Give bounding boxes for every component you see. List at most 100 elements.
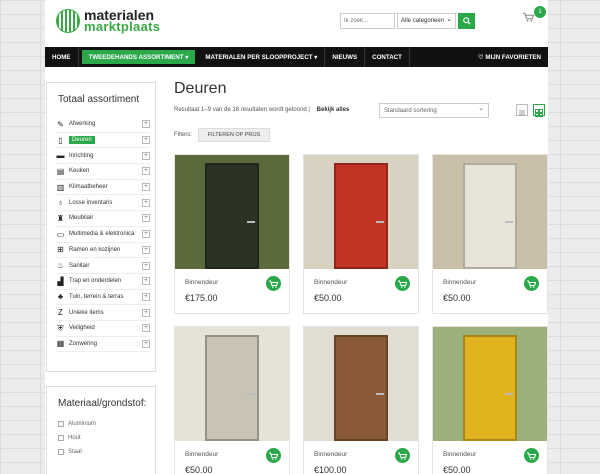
sidebar-item[interactable]: ▭ Multimedia & elektronica + (56, 227, 150, 243)
cart-icon[interactable] (523, 12, 535, 25)
add-to-cart-button[interactable] (395, 276, 410, 291)
product-price: €100.00 (314, 465, 347, 474)
cart-count-badge: 1 (534, 6, 546, 18)
product-name[interactable]: Binnendeur (185, 279, 218, 286)
cart-icon (269, 451, 278, 460)
cart-icon (398, 451, 407, 460)
expand-plus-icon[interactable]: + (142, 136, 150, 145)
expand-plus-icon[interactable]: + (142, 151, 150, 160)
checkbox[interactable] (58, 435, 64, 441)
expand-plus-icon[interactable]: + (142, 292, 150, 301)
expand-plus-icon[interactable]: + (142, 324, 150, 333)
sidebar-item-label: Veiligheid (69, 325, 95, 332)
material-filter: Materiaal/grondstof: Aluminium Hout Staa… (46, 386, 156, 474)
product-card[interactable]: Binnendeur €50.00 (174, 326, 290, 474)
material-option-aluminium[interactable]: Aluminium (58, 417, 155, 431)
sidebar-item[interactable]: ▬ Inrichting + (56, 148, 150, 165)
product-photo[interactable] (175, 327, 289, 441)
category-list: ✎ Afwerking + ▯ Deuren + ▬ Inrichting + ▤ Keuken + ▥… (56, 117, 150, 353)
sidebar-item-label: Keuken (69, 168, 90, 175)
expand-plus-icon[interactable]: + (142, 214, 150, 223)
sidebar-item[interactable]: ♜ Meubilair + (56, 211, 150, 227)
product-name[interactable]: Binnendeur (185, 451, 218, 458)
add-to-cart-button[interactable] (266, 276, 281, 291)
product-photo[interactable] (433, 155, 547, 269)
expand-plus-icon[interactable]: + (142, 167, 150, 176)
material-option-hout[interactable]: Hout (58, 431, 155, 445)
grid-view-icon[interactable] (533, 104, 545, 117)
search-input[interactable] (340, 13, 395, 29)
nav-tweedehands[interactable]: TWEEDEHANDS ASSORTIMENT ▾ (81, 50, 196, 64)
add-to-cart-button[interactable] (524, 448, 539, 463)
add-to-cart-button[interactable] (524, 276, 539, 291)
nav-materialen-sloopproject[interactable]: MATERIALEN PER SLOOPPROJECT ▾ (198, 47, 326, 67)
expand-plus-icon[interactable]: + (142, 277, 150, 286)
add-to-cart-button[interactable] (395, 448, 410, 463)
product-price: €50.00 (185, 465, 213, 474)
product-photo[interactable] (304, 327, 418, 441)
sidebar-item-label: Sanitair (69, 262, 90, 269)
site-logo[interactable]: materialen marktplaats (56, 8, 161, 34)
see-all-link[interactable]: Bekijk alles (317, 107, 350, 113)
shield-icon: ⛨ (57, 323, 64, 333)
sidebar-item[interactable]: ✎ Afwerking + (56, 117, 150, 133)
sidebar-item[interactable]: ♁ Losse inventaris + (56, 195, 150, 212)
product-card[interactable]: Binnendeur €100.00 (303, 326, 419, 474)
sidebar-item[interactable]: ▦ Zonwering + (56, 337, 150, 353)
search-button[interactable] (458, 13, 475, 29)
checkbox[interactable] (58, 449, 64, 455)
sidebar-item-label: Losse inventaris (69, 199, 113, 206)
toilet-icon: ♨ (56, 261, 65, 271)
product-card[interactable]: Binnendeur €50.00 (432, 154, 548, 314)
window-icon: ⊞ (57, 245, 64, 255)
nav-favorites[interactable]: ♡ MIJN FAVORIETEN (471, 47, 548, 67)
logo-line2: marktplaats (84, 19, 161, 34)
sort-select[interactable]: Standaard sortering (379, 103, 489, 118)
add-to-cart-button[interactable] (266, 448, 281, 463)
material-option-staal[interactable]: Staal (58, 445, 155, 459)
product-name[interactable]: Binnendeur (443, 279, 476, 286)
expand-plus-icon[interactable]: + (142, 245, 150, 254)
nav-home[interactable]: HOME (45, 47, 79, 67)
product-name[interactable]: Binnendeur (443, 451, 476, 458)
expand-plus-icon[interactable]: + (142, 183, 150, 192)
door-handle (247, 221, 255, 223)
door-handle (376, 221, 384, 223)
product-card[interactable]: Binnendeur €50.00 (432, 326, 548, 474)
sidebar-item[interactable]: ♨ Sanitair + (56, 258, 150, 274)
product-name[interactable]: Binnendeur (314, 451, 347, 458)
sidebar-item[interactable]: ⊞ Ramen en kozijnen + (56, 243, 150, 259)
product-photo[interactable] (433, 327, 547, 441)
product-name[interactable]: Binnendeur (314, 279, 347, 286)
filter-price-button[interactable]: FILTEREN OP PRIJS (198, 128, 270, 142)
door-shape (205, 163, 259, 269)
product-photo[interactable] (304, 155, 418, 269)
sidebar-item[interactable]: Z Unieke items + (56, 305, 150, 321)
sidebar-item[interactable]: ▯ Deuren + (56, 133, 150, 149)
expand-plus-icon[interactable]: + (142, 198, 150, 207)
star-icon: Z (58, 308, 63, 318)
sidebar-item[interactable]: ▟ Trap en onderdelen + (56, 274, 150, 290)
category-sidebar: Totaal assortiment ✎ Afwerking + ▯ Deuren + ▬ I… (46, 82, 156, 372)
checkbox[interactable] (58, 421, 64, 427)
expand-plus-icon[interactable]: + (142, 120, 150, 129)
expand-plus-icon[interactable]: + (142, 339, 150, 348)
door-shape (463, 163, 517, 269)
expand-plus-icon[interactable]: + (142, 308, 150, 317)
sidebar-item[interactable]: ♣ Tuin, terrein & terras + (56, 290, 150, 306)
nav-nieuws[interactable]: NIEUWS (325, 47, 366, 67)
sidebar-item[interactable]: ▤ Keuken + (56, 164, 150, 180)
result-count: Resultaat 1–9 van de 18 resultaten wordt… (174, 107, 350, 113)
nav-contact[interactable]: CONTACT (365, 47, 410, 67)
product-card[interactable]: Binnendeur €50.00 (303, 154, 419, 314)
product-photo[interactable] (175, 155, 289, 269)
expand-plus-icon[interactable]: + (142, 261, 150, 270)
stairs-icon: ▟ (57, 276, 64, 286)
product-card[interactable]: Binnendeur €175.00 (174, 154, 290, 314)
sidebar-item[interactable]: ▥ Klimaatbeheer + (56, 180, 150, 196)
category-select[interactable]: Alle categorieen (397, 13, 456, 29)
product-price: €50.00 (443, 465, 471, 474)
list-view-icon[interactable] (516, 104, 528, 116)
sidebar-item[interactable]: ⛨ Veiligheid + (56, 321, 150, 337)
expand-plus-icon[interactable]: + (142, 230, 150, 239)
